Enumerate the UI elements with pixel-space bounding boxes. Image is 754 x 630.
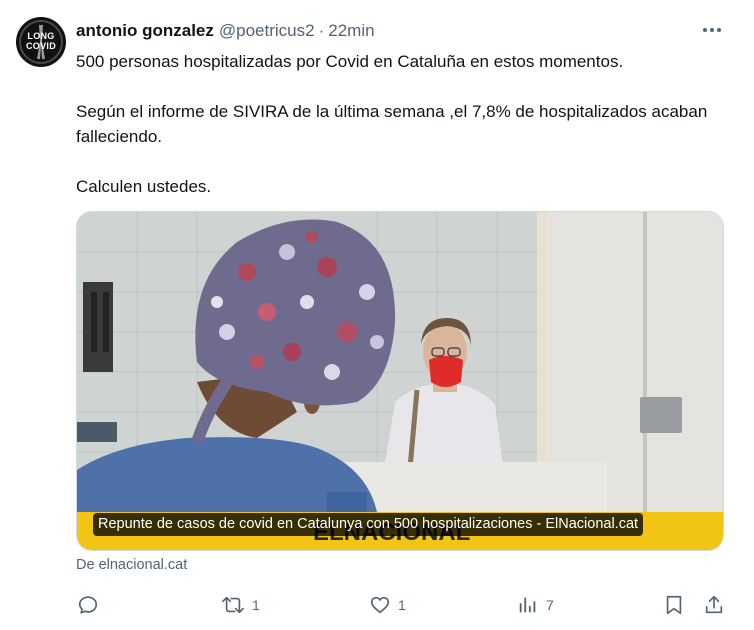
author-handle[interactable]: @poetricus2 xyxy=(219,21,315,41)
like-icon xyxy=(370,596,390,614)
bookmark-icon xyxy=(666,595,682,615)
views-count: 7 xyxy=(546,597,554,613)
avatar-label: LONG COVID xyxy=(25,31,56,51)
views-button[interactable]: 7 xyxy=(517,590,554,620)
like-button[interactable]: 1 xyxy=(369,590,406,620)
tweet-paragraph: Calculen ustedes. xyxy=(76,177,212,196)
tweet-paragraph: Según el informe de SIVIRA de la última … xyxy=(76,102,713,146)
separator-dot: · xyxy=(318,21,325,40)
reply-icon xyxy=(78,596,98,614)
more-options-icon[interactable] xyxy=(698,18,726,42)
link-card[interactable]: ELNACIONAL Repunte de casos de covid en … xyxy=(76,211,724,551)
action-bar: 1 1 7 xyxy=(0,590,754,620)
tweet-paragraph: 500 personas hospitalizadas por Covid en… xyxy=(76,52,624,71)
card-source[interactable]: De elnacional.cat xyxy=(76,557,187,573)
bookmark-button[interactable] xyxy=(663,590,685,620)
card-caption: Repunte de casos de covid en Catalunya c… xyxy=(93,513,644,536)
timestamp[interactable]: 22min xyxy=(328,21,374,41)
tweet[interactable]: LONG COVID antonio gonzalez @poetricus2 … xyxy=(0,0,754,630)
share-button[interactable] xyxy=(703,590,725,620)
like-count: 1 xyxy=(398,597,406,613)
avatar[interactable]: LONG COVID xyxy=(16,17,66,67)
share-icon xyxy=(705,595,723,614)
card-image: ELNACIONAL xyxy=(77,212,723,550)
retweet-icon xyxy=(222,596,244,614)
views-icon xyxy=(519,597,536,613)
retweet-count: 1 xyxy=(252,597,260,613)
author-name[interactable]: antonio gonzalez xyxy=(76,21,214,41)
tweet-header: antonio gonzalez @poetricus2 · 22min xyxy=(76,20,375,42)
reply-button[interactable] xyxy=(77,590,99,620)
retweet-button[interactable]: 1 xyxy=(221,590,260,620)
tweet-text: 500 personas hospitalizadas por Covid en… xyxy=(76,49,726,199)
